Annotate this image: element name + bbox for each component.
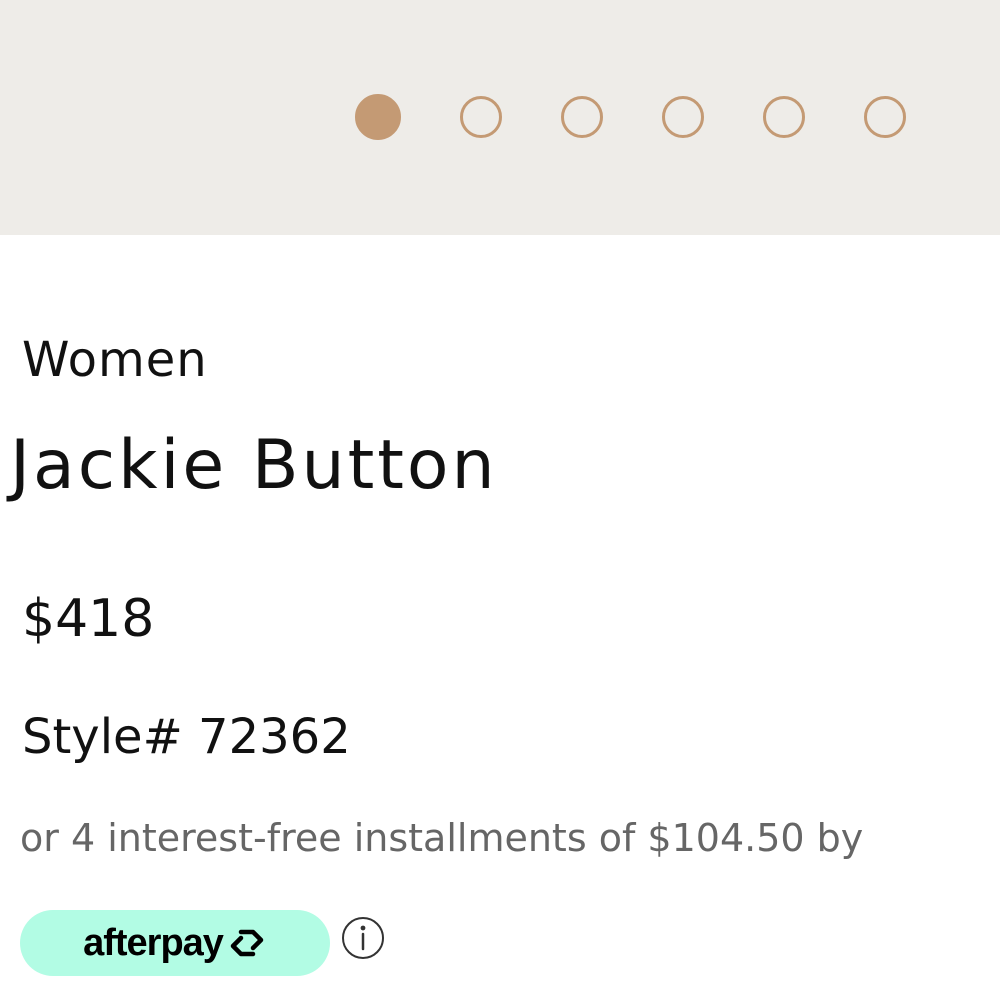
product-style-number: Style# 72362	[22, 709, 351, 765]
carousel-dot-3[interactable]	[561, 96, 603, 138]
carousel-dot-1[interactable]	[355, 94, 401, 140]
carousel-dot-5[interactable]	[763, 96, 805, 138]
product-title: Jackie Button	[10, 426, 498, 505]
carousel-pagination	[355, 94, 906, 140]
carousel-dot-6[interactable]	[864, 96, 906, 138]
product-price: $418	[22, 589, 155, 649]
info-icon[interactable]	[341, 916, 385, 960]
afterpay-label: afterpay	[83, 921, 224, 964]
carousel-dot-2[interactable]	[460, 96, 502, 138]
installments-text: or 4 interest-free installments of $104.…	[20, 816, 864, 860]
afterpay-arrows-icon	[227, 926, 267, 960]
image-carousel-area	[0, 0, 1000, 235]
afterpay-badge[interactable]: afterpay	[20, 910, 330, 976]
product-category: Women	[22, 332, 208, 388]
carousel-dot-4[interactable]	[662, 96, 704, 138]
